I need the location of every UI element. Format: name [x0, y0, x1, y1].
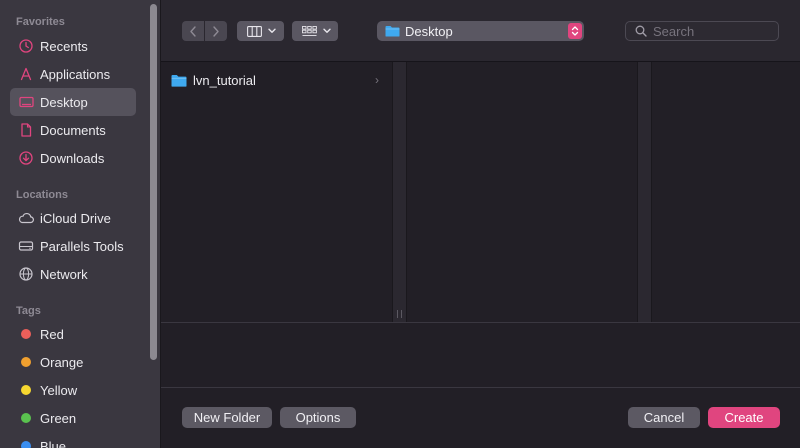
chevron-down-icon — [323, 28, 331, 33]
columns-view-icon — [247, 25, 262, 37]
item-label: lvn_tutorial — [193, 72, 256, 88]
chevron-down-icon — [268, 28, 276, 33]
download-icon — [16, 148, 36, 168]
grid-icon — [302, 25, 317, 36]
sidebar-item-desktop[interactable]: Desktop — [10, 88, 136, 116]
clock-icon — [16, 36, 36, 56]
sidebar-item-label: iCloud Drive — [40, 210, 111, 226]
search-icon — [635, 25, 647, 37]
sidebar-item-label: Recents — [40, 38, 88, 54]
search-field[interactable] — [625, 21, 779, 41]
locations-heading: Locations — [16, 189, 68, 201]
tag-dot-icon — [21, 413, 31, 423]
sidebar-tag-red[interactable]: Red — [10, 320, 136, 348]
sidebar-tag-blue[interactable]: Blue — [10, 432, 136, 448]
sidebar-item-downloads[interactable]: Downloads — [10, 144, 136, 172]
globe-icon — [16, 264, 36, 284]
column-browser: lvn_tutorial › — [161, 62, 800, 322]
forward-button[interactable] — [205, 21, 227, 41]
column-divider[interactable] — [392, 62, 407, 322]
location-label: Desktop — [405, 23, 453, 39]
options-area — [161, 322, 800, 388]
sidebar-item-label: Green — [40, 410, 77, 426]
sidebar-item-label: Red — [40, 326, 64, 342]
sidebar-tag-green[interactable]: Green — [10, 404, 136, 432]
options-button[interactable]: Options — [280, 407, 356, 428]
sidebar-tag-orange[interactable]: Orange — [10, 348, 136, 376]
sidebar-item-label: Downloads — [40, 150, 105, 166]
list-item[interactable]: lvn_tutorial › — [171, 70, 383, 90]
sidebar-item-label: Blue — [40, 438, 67, 448]
document-icon — [16, 120, 36, 140]
sidebar-item-documents[interactable]: Documents — [10, 116, 136, 144]
sidebar-item-label: Parallels Tools — [40, 238, 124, 254]
tag-dot-icon — [21, 329, 31, 339]
chevron-left-icon — [190, 25, 196, 37]
new-folder-button[interactable]: New Folder — [182, 407, 272, 428]
chevron-right-icon — [213, 25, 219, 37]
toolbar: Desktop — [161, 0, 800, 62]
chevron-right-icon: › — [375, 73, 379, 87]
create-button[interactable]: Create — [708, 407, 780, 428]
location-popup[interactable]: Desktop — [377, 21, 584, 41]
sidebar-item-network[interactable]: Network — [10, 260, 136, 288]
sidebar: Favorites Recents Applications Desktop D… — [0, 0, 161, 448]
sidebar-item-applications[interactable]: Applications — [10, 60, 136, 88]
sidebar-scrollbar[interactable] — [150, 4, 157, 360]
sidebar-item-label: Yellow — [40, 382, 78, 398]
favorites-heading: Favorites — [16, 16, 65, 28]
sidebar-item-recents[interactable]: Recents — [10, 32, 136, 60]
column-divider[interactable] — [637, 62, 652, 322]
sidebar-tag-yellow[interactable]: Yellow — [10, 376, 136, 404]
drive-icon — [16, 236, 36, 256]
sidebar-item-label: Orange — [40, 354, 84, 370]
back-button[interactable] — [182, 21, 204, 41]
applications-icon — [16, 64, 36, 84]
updown-chevron-icon — [568, 23, 582, 39]
folder-icon — [385, 26, 400, 37]
view-mode-button[interactable] — [237, 21, 284, 41]
sidebar-item-parallels-tools[interactable]: Parallels Tools — [10, 232, 136, 260]
resize-grip-icon[interactable] — [397, 310, 402, 318]
cloud-icon — [16, 208, 36, 228]
tag-dot-icon — [21, 441, 31, 448]
sidebar-item-icloud-drive[interactable]: iCloud Drive — [10, 204, 136, 232]
cancel-button[interactable]: Cancel — [628, 407, 700, 428]
folder-icon — [171, 74, 187, 87]
sidebar-item-label: Applications — [40, 66, 111, 82]
sidebar-item-label: Network — [40, 266, 88, 282]
tags-heading: Tags — [16, 305, 41, 317]
search-input[interactable] — [653, 23, 773, 39]
sidebar-item-label: Documents — [40, 122, 106, 138]
desktop-icon — [16, 92, 36, 112]
sidebar-item-label: Desktop — [40, 94, 88, 110]
tag-dot-icon — [21, 385, 31, 395]
group-by-button[interactable] — [292, 21, 338, 41]
tag-dot-icon — [21, 357, 31, 367]
